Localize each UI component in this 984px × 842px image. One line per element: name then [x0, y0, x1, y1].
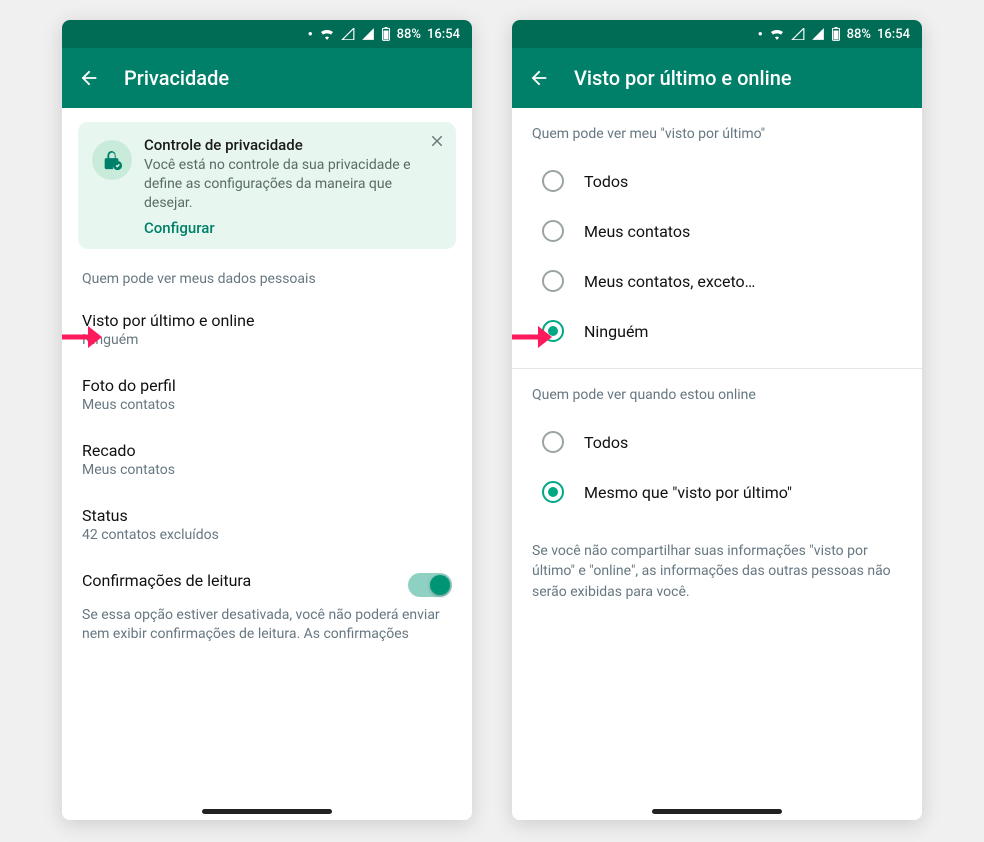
- wifi-icon: [319, 28, 335, 40]
- page-title: Privacidade: [124, 66, 229, 90]
- banner-link[interactable]: Configurar: [144, 219, 442, 237]
- status-bar: ● 88% 16:54: [62, 20, 472, 48]
- radio-group-lastseen: Todos Meus contatos Meus contatos, excet…: [512, 152, 922, 369]
- clock: 16:54: [877, 27, 910, 42]
- radio-label: Meus contatos: [584, 222, 690, 241]
- signal-icon: [811, 28, 825, 40]
- radio-label: Todos: [584, 172, 628, 191]
- app-bar: Privacidade: [62, 48, 472, 108]
- setting-value: Meus contatos: [82, 397, 452, 413]
- setting-title: Visto por último e online: [82, 311, 452, 330]
- page-title: Visto por último e online: [574, 66, 792, 90]
- annotation-arrow: [62, 322, 104, 352]
- banner-text: Você está no controle da sua privacidade…: [144, 156, 442, 213]
- setting-about[interactable]: Recado Meus contatos: [62, 427, 472, 492]
- battery-icon: [831, 27, 841, 41]
- setting-title: Recado: [82, 441, 452, 460]
- signal-icon: [361, 28, 375, 40]
- setting-description: Se essa opção estiver desativada, você n…: [62, 606, 472, 645]
- battery-percent: 88%: [847, 27, 871, 42]
- radio-icon: [542, 270, 564, 292]
- radio-label: Meus contatos, exceto…: [584, 272, 755, 291]
- wifi-icon: [769, 28, 785, 40]
- radio-group-online: Todos Mesmo que "visto por último": [512, 413, 922, 529]
- section-header-lastseen: Quem pode ver meu "visto por último": [512, 108, 922, 152]
- setting-value: 42 contatos excluídos: [82, 527, 452, 543]
- notification-dot-icon: ●: [308, 29, 313, 38]
- home-indicator[interactable]: [652, 809, 782, 814]
- annotation-arrow: [512, 322, 554, 352]
- nav-bar: [512, 802, 922, 820]
- lock-check-icon: [92, 140, 132, 180]
- radio-icon: [542, 431, 564, 453]
- radio-option-online-everyone[interactable]: Todos: [512, 417, 922, 467]
- home-indicator[interactable]: [202, 809, 332, 814]
- radio-icon: [542, 481, 564, 503]
- status-bar: ● 88% 16:54: [512, 20, 922, 48]
- notification-dot-icon: ●: [758, 29, 763, 38]
- radio-option-contacts[interactable]: Meus contatos: [512, 206, 922, 256]
- battery-icon: [381, 27, 391, 41]
- radio-icon: [542, 220, 564, 242]
- battery-percent: 88%: [397, 27, 421, 42]
- setting-title: Confirmações de leitura: [82, 571, 452, 590]
- radio-label: Mesmo que "visto por último": [584, 483, 792, 502]
- setting-last-seen[interactable]: Visto por último e online Ninguém: [62, 297, 472, 362]
- signal-alt-icon: [791, 28, 805, 40]
- radio-option-everyone[interactable]: Todos: [512, 156, 922, 206]
- toggle-switch[interactable]: [408, 573, 452, 597]
- setting-status[interactable]: Status 42 contatos excluídos: [62, 492, 472, 557]
- phone-privacy-screen: ● 88% 16:54 Privacidade Controle de priv…: [62, 20, 472, 820]
- setting-title: Status: [82, 506, 452, 525]
- phone-lastseen-screen: ● 88% 16:54 Visto por último e online Qu…: [512, 20, 922, 820]
- radio-option-nobody[interactable]: Ninguém: [512, 306, 922, 356]
- section-header-personal: Quem pode ver meus dados pessoais: [62, 265, 472, 297]
- setting-value: Meus contatos: [82, 462, 452, 478]
- nav-bar: [62, 802, 472, 820]
- back-icon[interactable]: [78, 67, 100, 89]
- setting-profile-photo[interactable]: Foto do perfil Meus contatos: [62, 362, 472, 427]
- app-bar: Visto por último e online: [512, 48, 922, 108]
- setting-title: Foto do perfil: [82, 376, 452, 395]
- signal-alt-icon: [341, 28, 355, 40]
- footer-note: Se você não compartilhar suas informaçõe…: [512, 529, 922, 602]
- banner-title: Controle de privacidade: [144, 136, 442, 154]
- privacy-banner[interactable]: Controle de privacidade Você está no con…: [78, 122, 456, 249]
- section-header-online: Quem pode ver quando estou online: [512, 369, 922, 413]
- close-icon[interactable]: [428, 132, 446, 154]
- radio-icon: [542, 170, 564, 192]
- clock: 16:54: [427, 27, 460, 42]
- radio-label: Todos: [584, 433, 628, 452]
- radio-option-online-same[interactable]: Mesmo que "visto por último": [512, 467, 922, 517]
- radio-label: Ninguém: [584, 322, 648, 341]
- setting-value: Ninguém: [82, 332, 452, 348]
- back-icon[interactable]: [528, 67, 550, 89]
- radio-option-contacts-except[interactable]: Meus contatos, exceto…: [512, 256, 922, 306]
- setting-read-receipts[interactable]: Confirmações de leitura: [62, 557, 472, 606]
